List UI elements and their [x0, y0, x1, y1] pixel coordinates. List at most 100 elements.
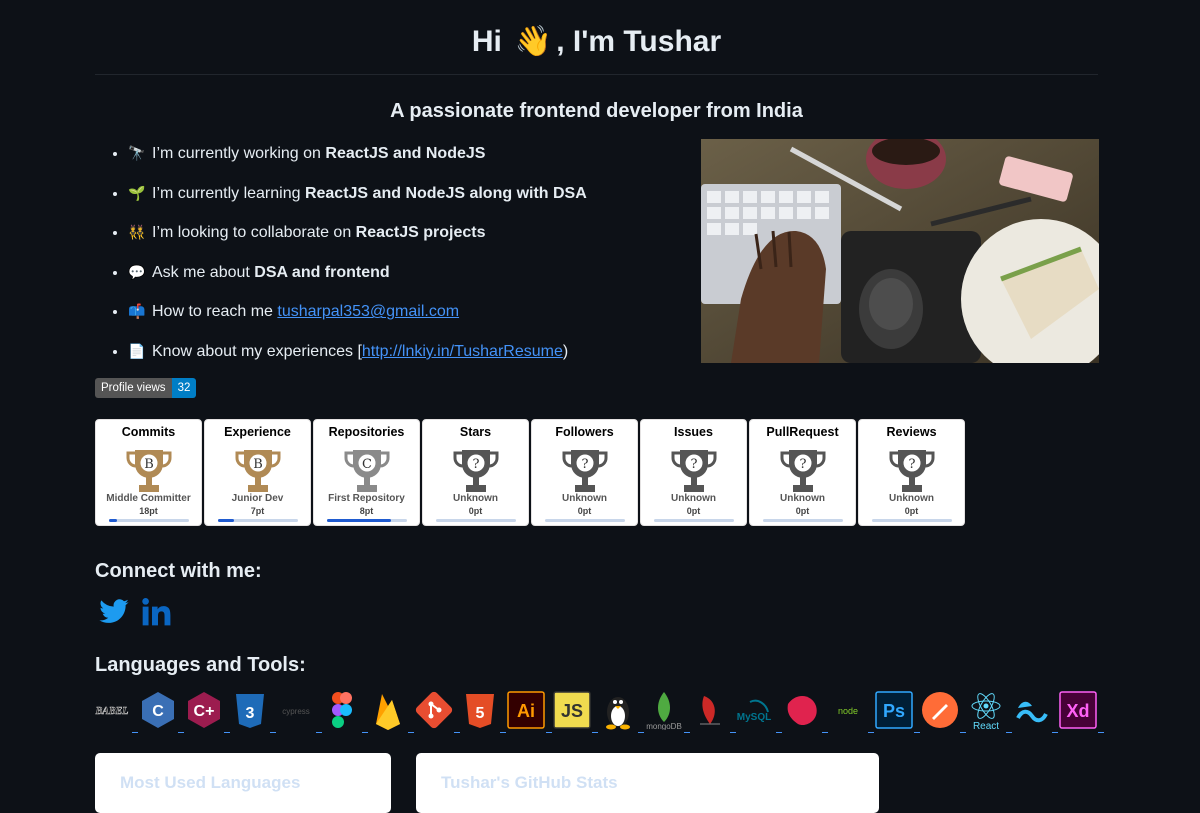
- trophy-points: 18pt: [139, 506, 158, 516]
- tool-label: MySQL: [737, 712, 771, 723]
- photoshop-icon[interactable]: Ps: [874, 690, 920, 733]
- nodejs-icon[interactable]: node: [828, 690, 874, 733]
- telescope-icon: 🔭: [128, 145, 146, 161]
- git-icon[interactable]: [414, 690, 460, 733]
- mailbox-icon: 📫: [128, 303, 146, 320]
- trophy-progress: [436, 519, 516, 522]
- trophy-rank: First Repository: [328, 493, 405, 504]
- trophy-title: Experience: [224, 425, 291, 439]
- tools-heading: Languages and Tools:: [95, 654, 306, 676]
- trophy-points: 0pt: [795, 506, 810, 516]
- postman-icon[interactable]: [920, 690, 966, 733]
- list-item: 🔭 I’m currently working on ReactJS and No…: [128, 140, 708, 180]
- tools-row: BABEL C C+ 3 cypress 5 Ai JS mongoDB MySQL node Ps R…: [92, 690, 1104, 733]
- trophy-issues: Issues? Unknown 0pt: [640, 419, 747, 526]
- trophy-points: 7pt: [250, 506, 265, 516]
- tool-label: React: [973, 721, 999, 730]
- linux-icon[interactable]: [598, 690, 644, 733]
- trophy-points: 0pt: [468, 506, 483, 516]
- badge-value: 32: [171, 378, 197, 398]
- trophy-rank-letter: ?: [800, 457, 807, 472]
- list-item: 📫 How to reach me tusharpal353@gmail.com: [128, 298, 708, 338]
- trophy-row: Commits B Middle Committer 18pt Experience B J…: [95, 419, 967, 526]
- people-icon: 👯: [128, 224, 146, 241]
- trophy-icon: B: [126, 450, 172, 492]
- list-item-text: How to reach me: [152, 303, 278, 321]
- trophy-commits: Commits B Middle Committer 18pt: [95, 419, 202, 526]
- trophy-points: 0pt: [904, 506, 919, 516]
- trophy-rank-letter: B: [253, 457, 263, 472]
- trophy-progress: [327, 519, 407, 522]
- css3-icon[interactable]: 3: [230, 690, 276, 733]
- email-link[interactable]: tusharpal353@gmail.com: [277, 303, 459, 320]
- list-item-bold: ReactJS and NodeJS along with DSA: [304, 184, 587, 202]
- resume-link[interactable]: http://lnkiy.in/TusharResume: [362, 343, 563, 360]
- trophy-rank: Unknown: [889, 493, 934, 504]
- list-item-text: Know about my experiences [: [152, 342, 362, 360]
- firebase-icon[interactable]: [368, 690, 414, 733]
- subtitle: A passionate frontend developer from Ind…: [390, 100, 803, 122]
- cypress-icon[interactable]: cypress: [276, 690, 322, 733]
- list-item: 🌱 I’m currently learning ReactJS and Node…: [128, 180, 708, 220]
- document-icon: 📄: [128, 342, 146, 359]
- list-item-text: I’m currently learning: [152, 184, 305, 202]
- trophy-icon: ?: [889, 450, 935, 492]
- trophy-repositories: Repositories C First Repository 8pt: [313, 419, 420, 526]
- mongodb-icon[interactable]: mongoDB: [644, 690, 690, 733]
- mssql-icon[interactable]: [690, 690, 736, 733]
- divider: [95, 74, 1098, 75]
- list-item: 📄 Know about my experiences [http://lnkiy…: [128, 338, 708, 378]
- profile-views-badge: Profile views 32: [95, 378, 197, 398]
- trophy-points: 0pt: [577, 506, 592, 516]
- trophy-progress: [654, 519, 734, 522]
- list-item-text: Ask me about: [152, 263, 255, 281]
- trophy-stars: Stars? Unknown 0pt: [422, 419, 529, 526]
- react-icon[interactable]: React: [966, 690, 1012, 733]
- list-item-bold: ReactJS projects: [355, 224, 486, 242]
- trophy-rank: Unknown: [780, 493, 825, 504]
- trophy-rank-letter: ?: [582, 457, 589, 472]
- illustrator-icon[interactable]: Ai: [506, 690, 552, 733]
- tool-label: Xd: [1066, 701, 1089, 721]
- trophy-icon: ?: [671, 450, 717, 492]
- trophy-rank-letter: ?: [909, 457, 916, 472]
- html5-icon[interactable]: 5: [460, 690, 506, 733]
- about-list: 🔭 I’m currently working on ReactJS and No…: [108, 140, 708, 378]
- tool-label: 5: [476, 705, 485, 722]
- twitter-icon[interactable]: [98, 596, 130, 633]
- seedling-icon: 🌱: [128, 184, 146, 201]
- babel-icon[interactable]: BABEL: [92, 690, 138, 733]
- tool-label: node: [838, 706, 858, 716]
- connect-heading: Connect with me:: [95, 560, 262, 582]
- trophy-rank-letter: B: [144, 457, 154, 472]
- trophy-reviews: Reviews? Unknown 0pt: [858, 419, 965, 526]
- linkedin-icon[interactable]: [140, 596, 172, 633]
- mysql-icon[interactable]: MySQL: [736, 690, 782, 733]
- trophy-experience: Experience B Junior Dev 7pt: [204, 419, 311, 526]
- list-item: 💬 Ask me about DSA and frontend: [128, 259, 708, 299]
- trophy-title: Repositories: [328, 425, 405, 439]
- trophy-title: Stars: [459, 425, 492, 439]
- tool-label: mongoDB: [646, 722, 682, 730]
- cplusplus-icon[interactable]: C+: [184, 690, 230, 733]
- tool-label: BABEL: [95, 706, 129, 717]
- tailwind-icon[interactable]: [1012, 690, 1058, 733]
- nestjs-icon[interactable]: [782, 690, 828, 733]
- page-title: Hi 👋, I'm Tushar: [95, 24, 1098, 59]
- list-item-bold: DSA and frontend: [254, 263, 390, 281]
- figma-icon[interactable]: [322, 690, 368, 733]
- list-item-bold: ReactJS and NodeJS: [325, 145, 486, 162]
- trophy-title: Followers: [555, 425, 614, 439]
- tool-label: cypress: [282, 707, 310, 716]
- trophy-pullrequest: PullRequest? Unknown 0pt: [749, 419, 856, 526]
- trophy-rank-letter: ?: [691, 457, 698, 472]
- social-links: [98, 596, 172, 633]
- xd-icon[interactable]: Xd: [1058, 690, 1104, 733]
- c-icon[interactable]: C: [138, 690, 184, 733]
- tool-label: 3: [246, 705, 255, 722]
- javascript-icon[interactable]: JS: [552, 690, 598, 733]
- speech-bubble-icon: 💬: [128, 263, 146, 280]
- card-title: Most Used Languages: [120, 773, 301, 792]
- trophy-points: 0pt: [686, 506, 701, 516]
- title-greeting: Hi: [471, 25, 502, 58]
